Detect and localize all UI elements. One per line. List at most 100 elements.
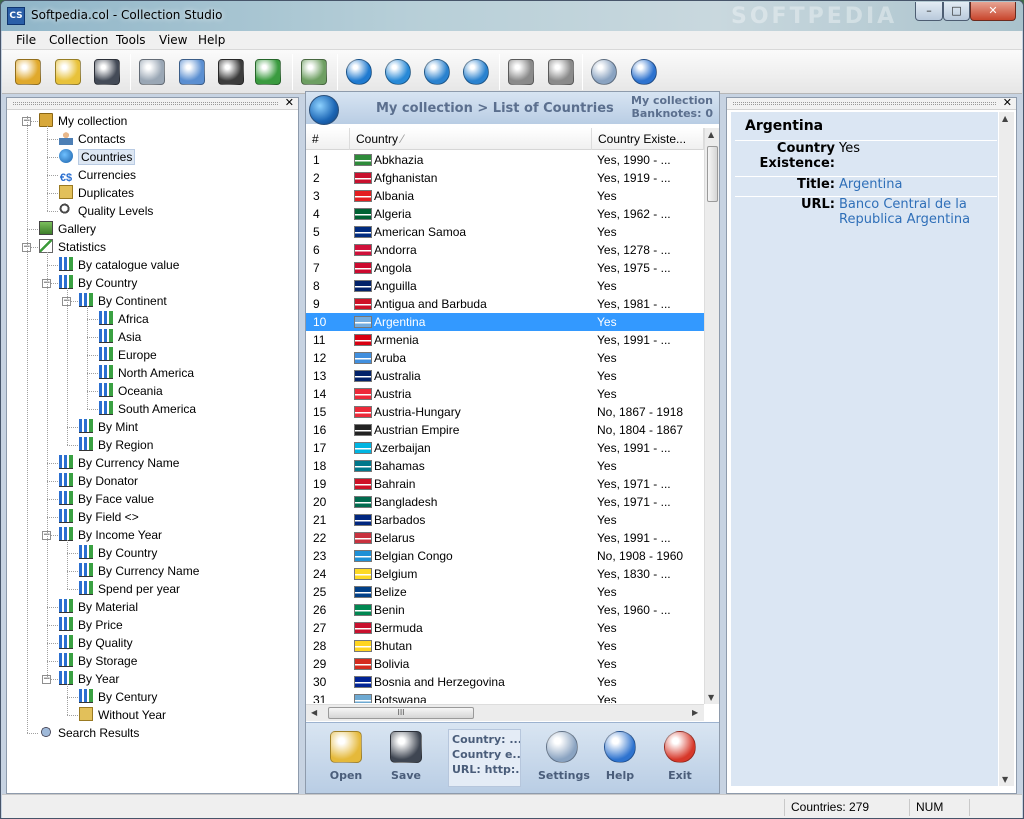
tree-node[interactable]: By Currency Name [79, 562, 199, 580]
table-row[interactable]: 15 Austria-Hungary No, 1867 - 1918 [306, 403, 704, 421]
app-icon[interactable]: CS [7, 7, 25, 25]
table-row[interactable]: 20 Bangladesh Yes, 1971 - ... [306, 493, 704, 511]
panel-grip[interactable] [733, 102, 996, 105]
grid-vertical-scrollbar[interactable]: ▲ ▼ [704, 128, 719, 704]
export-button[interactable] [545, 56, 577, 88]
tree-node[interactable]: Asia [99, 328, 141, 346]
find-button[interactable] [215, 56, 247, 88]
table-row[interactable]: 25 Belize Yes [306, 583, 704, 601]
add-country-button[interactable] [343, 56, 375, 88]
column-header-existence[interactable]: Country Existe... [592, 128, 704, 150]
panel-grip[interactable] [13, 102, 278, 105]
print-preview-button[interactable] [176, 56, 208, 88]
table-row[interactable]: 3 Albania Yes [306, 187, 704, 205]
edit-country-button[interactable] [382, 56, 414, 88]
menu-tools[interactable]: Tools [116, 33, 146, 47]
table-row[interactable]: 16 Austrian Empire No, 1804 - 1867 [306, 421, 704, 439]
menu-collection[interactable]: Collection [49, 33, 108, 47]
help-button[interactable]: Help [598, 731, 642, 782]
table-row[interactable]: 17 Azerbaijan Yes, 1991 - ... [306, 439, 704, 457]
tree-node[interactable]: By Region [79, 436, 153, 454]
tree-node[interactable]: By Currency Name [59, 454, 179, 472]
tree-node[interactable]: Quality Levels [59, 202, 153, 220]
add-banknote-button[interactable] [298, 56, 330, 88]
table-row[interactable]: 2 Afghanistan Yes, 1919 - ... [306, 169, 704, 187]
table-row[interactable]: 28 Bhutan Yes [306, 637, 704, 655]
column-header-country[interactable]: Country ⁄ [350, 128, 592, 150]
table-row[interactable]: 22 Belarus Yes, 1991 - ... [306, 529, 704, 547]
table-row[interactable]: 31 Botswana Yes [306, 691, 704, 703]
tree-node[interactable]: Gallery [39, 220, 96, 238]
tree-node[interactable]: €$ Currencies [59, 166, 136, 184]
tree-node[interactable]: By Face value [59, 490, 154, 508]
open-collection-button[interactable] [12, 56, 44, 88]
tree-node[interactable]: By Income Year [59, 526, 162, 544]
open-button[interactable]: Open [324, 731, 368, 782]
close-window-button[interactable]: ✕ [970, 2, 1016, 21]
table-row[interactable]: 1 Abkhazia Yes, 1990 - ... [306, 151, 704, 169]
tree-node[interactable]: Without Year [79, 706, 166, 724]
menu-file[interactable]: File [16, 33, 36, 47]
tree-node[interactable]: Contacts [59, 130, 125, 148]
close-detail-panel-button[interactable]: ✕ [1003, 96, 1012, 109]
menu-view[interactable]: View [159, 33, 187, 47]
table-row[interactable]: 8 Anguilla Yes [306, 277, 704, 295]
delete-country-button[interactable] [460, 56, 492, 88]
tree-node[interactable]: Europe [99, 346, 157, 364]
detail-field-link[interactable]: Argentina [839, 177, 979, 192]
table-row[interactable]: 7 Angola Yes, 1975 - ... [306, 259, 704, 277]
table-row[interactable]: 26 Benin Yes, 1960 - ... [306, 601, 704, 619]
tree-node[interactable]: By Country [79, 544, 157, 562]
tree-node[interactable]: By Country [59, 274, 137, 292]
table-row[interactable]: 24 Belgium Yes, 1830 - ... [306, 565, 704, 583]
tree-node[interactable]: My collection [39, 112, 127, 130]
help-button[interactable] [628, 56, 660, 88]
table-row[interactable]: 23 Belgian Congo No, 1908 - 1960 [306, 547, 704, 565]
table-row[interactable]: 14 Austria Yes [306, 385, 704, 403]
tree-node[interactable]: By Price [59, 616, 123, 634]
table-row[interactable]: 6 Andorra Yes, 1278 - ... [306, 241, 704, 259]
menu-help[interactable]: Help [198, 33, 225, 47]
save-button[interactable]: Save [384, 731, 428, 782]
open-folder-button[interactable] [52, 56, 84, 88]
tree-node[interactable]: By Continent [79, 292, 167, 310]
tree-node[interactable]: By Material [59, 598, 138, 616]
print-button[interactable] [136, 56, 168, 88]
tree-node[interactable]: Africa [99, 310, 149, 328]
maximize-button[interactable]: □ [943, 2, 970, 21]
tree-node[interactable]: South America [99, 400, 196, 418]
table-row[interactable]: 21 Barbados Yes [306, 511, 704, 529]
minimize-button[interactable]: – [915, 2, 943, 21]
settings-button[interactable] [588, 56, 620, 88]
close-tree-panel-button[interactable]: ✕ [285, 96, 294, 109]
tree-node[interactable]: By Storage [59, 652, 137, 670]
horizontal-scroll-thumb[interactable]: III [328, 707, 474, 719]
tree-node[interactable]: By Mint [79, 418, 138, 436]
detail-field-link[interactable]: Banco Central de la Republica Argentina [839, 197, 979, 227]
table-row[interactable]: 11 Armenia Yes, 1991 - ... [306, 331, 704, 349]
settings-button[interactable]: Settings [538, 731, 590, 782]
table-row[interactable]: 29 Bolivia Yes [306, 655, 704, 673]
tree-node[interactable]: Oceania [99, 382, 163, 400]
tree-node[interactable]: By Field <> [59, 508, 139, 526]
table-row[interactable]: 10 Argentina Yes [306, 313, 704, 331]
detail-vertical-scrollbar[interactable]: ▲ ▼ [999, 112, 1014, 786]
tree-node[interactable]: By Year [59, 670, 119, 688]
table-row[interactable]: 9 Antigua and Barbuda Yes, 1981 - ... [306, 295, 704, 313]
tree-node[interactable]: By Century [79, 688, 157, 706]
column-header-number[interactable]: # [306, 128, 350, 150]
tree-node[interactable]: Countries [59, 148, 136, 166]
table-row[interactable]: 18 Bahamas Yes [306, 457, 704, 475]
tree-node[interactable]: By Quality [59, 634, 133, 652]
table-row[interactable]: 19 Bahrain Yes, 1971 - ... [306, 475, 704, 493]
detail-scroll-up-icon[interactable]: ▲ [1002, 114, 1008, 123]
tree-node[interactable]: North America [99, 364, 194, 382]
table-row[interactable]: 4 Algeria Yes, 1962 - ... [306, 205, 704, 223]
table-row[interactable]: 27 Bermuda Yes [306, 619, 704, 637]
table-row[interactable]: 13 Australia Yes [306, 367, 704, 385]
country-notes-button[interactable] [421, 56, 453, 88]
save-button[interactable] [91, 56, 123, 88]
exit-button[interactable]: Exit [658, 731, 702, 782]
tree-node[interactable]: Spend per year [79, 580, 180, 598]
detail-scroll-down-icon[interactable]: ▼ [1002, 775, 1008, 784]
